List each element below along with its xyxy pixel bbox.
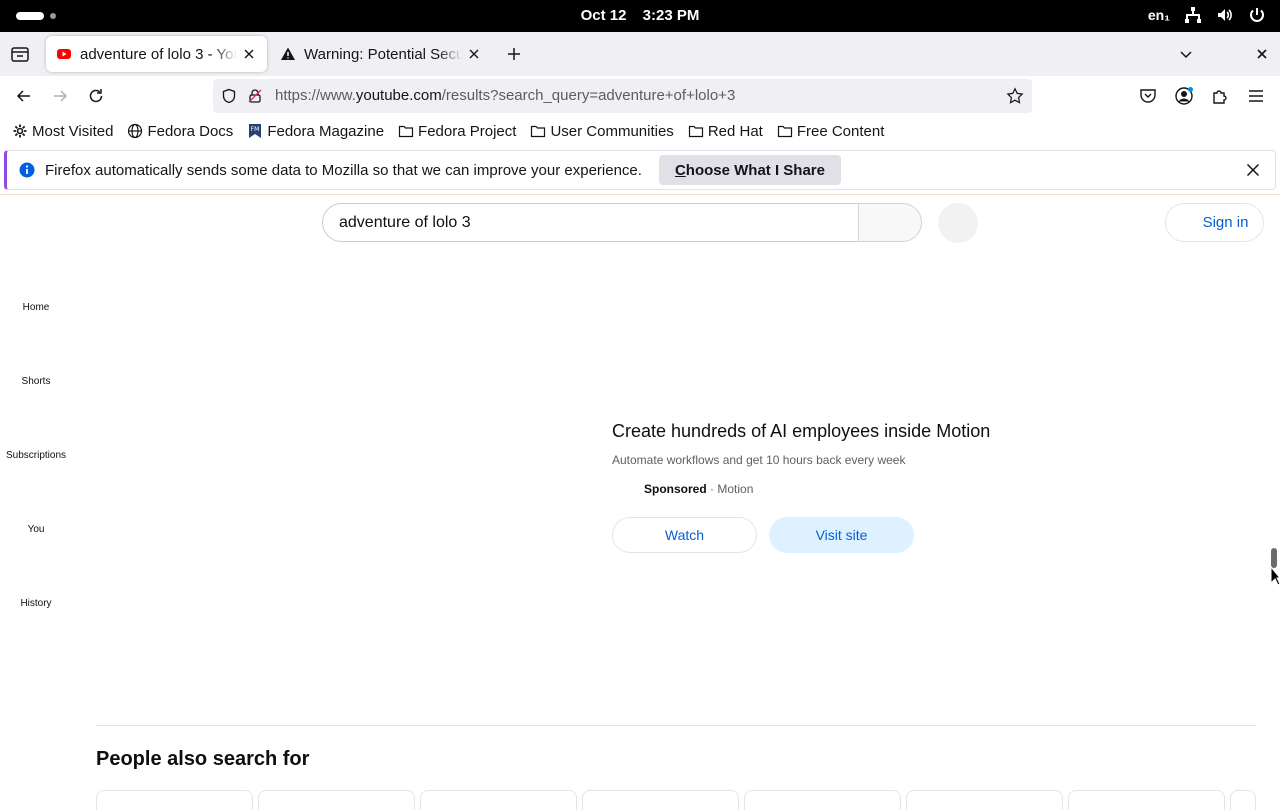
mouse-pointer-icon xyxy=(1270,566,1280,586)
related-search-card[interactable] xyxy=(96,790,253,810)
search-input[interactable]: adventure of lolo 3 xyxy=(322,203,859,242)
url-prefix: https://www. xyxy=(275,87,356,104)
power-icon xyxy=(1250,8,1264,22)
clock-time: 3:23 PM xyxy=(642,7,700,24)
bookmark-fedora-project[interactable]: Fedora Project xyxy=(398,123,516,140)
fedora-magazine-icon: FM xyxy=(249,124,262,138)
warning-icon xyxy=(281,47,295,60)
folder-icon xyxy=(777,125,792,138)
page-scrollbar-thumb[interactable] xyxy=(1271,548,1277,568)
bookmark-label: Fedora Magazine xyxy=(267,122,385,140)
network-icon xyxy=(1185,7,1201,23)
bookmark-label: Free Content xyxy=(796,122,885,140)
extensions-icon[interactable] xyxy=(1210,86,1230,106)
folder-icon xyxy=(531,125,546,138)
tab-security-warning[interactable]: Warning: Potential Security Risk Ahead xyxy=(270,36,492,72)
section-divider xyxy=(96,725,1256,726)
ad-meta: Sponsored · Motion xyxy=(644,482,753,496)
window-close-icon[interactable] xyxy=(1252,44,1272,64)
info-icon xyxy=(19,162,35,178)
lock-icon[interactable] xyxy=(247,88,263,104)
ad-description: Automate workflows and get 10 hours back… xyxy=(612,453,906,467)
youtube-favicon xyxy=(57,49,71,59)
button-label-rest: hoose What I Share xyxy=(685,161,825,179)
system-tray[interactable]: en₁ xyxy=(1148,6,1266,24)
back-icon[interactable] xyxy=(14,86,34,106)
close-icon[interactable] xyxy=(1245,162,1261,178)
notification-message: Firefox automatically sends some data to… xyxy=(45,161,642,179)
bookmark-label: Fedora Docs xyxy=(147,122,234,140)
new-tab-icon[interactable] xyxy=(504,44,524,64)
ad-title[interactable]: Create hundreds of AI employees inside M… xyxy=(612,421,990,442)
bookmark-label: User Communities xyxy=(550,122,674,140)
bookmark-free-content[interactable]: Free Content xyxy=(777,122,885,140)
bookmark-label: Red Hat xyxy=(707,122,763,140)
sponsored-label: Sponsored xyxy=(644,482,707,496)
system-top-bar: Oct 12 3:23 PM en₁ xyxy=(0,0,1280,32)
guide-item-shorts[interactable]: Shorts xyxy=(0,376,72,387)
meta-separator: · xyxy=(710,482,715,496)
tab-title: adventure of lolo 3 - YouTube xyxy=(80,45,237,63)
people-also-search-heading: People also search for xyxy=(96,748,310,770)
search-button[interactable] xyxy=(858,203,922,242)
advertiser-name: Motion xyxy=(717,482,754,496)
keyboard-layout[interactable]: en₁ xyxy=(1148,7,1170,23)
bookmark-fedora-magazine[interactable]: FM Fedora Magazine xyxy=(247,123,384,140)
list-all-tabs-icon[interactable] xyxy=(1176,44,1196,64)
bookmark-red-hat[interactable]: Red Hat xyxy=(688,123,763,140)
ad-visit-site-button[interactable]: Visit site xyxy=(769,517,914,553)
firefox-view-icon[interactable] xyxy=(8,42,32,66)
guide-item-history[interactable]: History xyxy=(0,598,72,609)
navigation-toolbar: https://www.youtube.com/results?search_q… xyxy=(0,76,1280,116)
clock-date: Oct 12 xyxy=(580,7,627,24)
tab-strip: adventure of lolo 3 - YouTube Warning: P… xyxy=(0,32,1280,76)
close-tab-icon[interactable] xyxy=(466,46,482,62)
related-search-card[interactable] xyxy=(420,790,577,810)
clock[interactable]: Oct 12 3:23 PM xyxy=(0,7,1280,24)
bookmarks-toolbar: Most Visited Fedora Docs FM Fedora Magaz… xyxy=(0,116,1280,146)
svg-text:FM: FM xyxy=(251,126,260,133)
close-tab-icon[interactable] xyxy=(241,46,257,62)
folder-icon xyxy=(688,125,703,138)
tab-youtube[interactable]: adventure of lolo 3 - YouTube xyxy=(46,36,267,72)
bookmark-label: Fedora Project xyxy=(418,122,517,140)
bookmark-label: Most Visited xyxy=(32,122,114,140)
related-search-card[interactable] xyxy=(906,790,1063,810)
app-menu-icon[interactable] xyxy=(1246,86,1266,106)
account-icon[interactable] xyxy=(1174,86,1194,106)
globe-icon xyxy=(128,123,143,139)
volume-icon xyxy=(1218,9,1232,21)
pocket-icon[interactable] xyxy=(1138,86,1158,106)
url-text: https://www.youtube.com/results?search_q… xyxy=(275,87,735,104)
bookmark-star-icon[interactable] xyxy=(1006,87,1024,105)
url-path: /results?search_query=adventure+of+lolo+… xyxy=(441,87,736,104)
guide-item-you[interactable]: You xyxy=(0,524,72,535)
url-domain: youtube.com xyxy=(355,87,442,104)
accesskey-letter: C xyxy=(674,161,686,179)
guide-item-subscriptions[interactable]: Subscriptions xyxy=(0,450,72,461)
bookmark-fedora-docs[interactable]: Fedora Docs xyxy=(127,123,233,140)
related-search-card[interactable] xyxy=(1230,790,1256,810)
bookmark-most-visited[interactable]: Most Visited xyxy=(12,123,113,140)
reload-icon[interactable] xyxy=(86,86,106,106)
data-collection-notification: Firefox automatically sends some data to… xyxy=(4,150,1276,190)
url-bar[interactable]: https://www.youtube.com/results?search_q… xyxy=(213,79,1032,113)
guide-item-home[interactable]: Home xyxy=(0,302,72,313)
related-search-card[interactable] xyxy=(744,790,901,810)
voice-search-button[interactable] xyxy=(938,203,978,243)
ad-watch-button[interactable]: Watch xyxy=(612,517,757,553)
progress-divider xyxy=(0,194,1280,195)
choose-what-i-share-button[interactable]: Choose What I Share xyxy=(658,155,841,185)
folder-icon xyxy=(398,125,414,138)
related-search-card[interactable] xyxy=(1068,790,1225,810)
bookmark-user-communities[interactable]: User Communities xyxy=(530,122,674,140)
tab-title: Warning: Potential Security Risk Ahead xyxy=(304,45,462,63)
related-search-card[interactable] xyxy=(582,790,739,810)
forward-icon[interactable] xyxy=(50,86,70,106)
gear-icon xyxy=(13,124,27,138)
sign-in-button[interactable]: Sign in xyxy=(1165,203,1264,242)
related-search-card[interactable] xyxy=(258,790,415,810)
tracking-protection-shield-icon[interactable] xyxy=(221,88,237,104)
